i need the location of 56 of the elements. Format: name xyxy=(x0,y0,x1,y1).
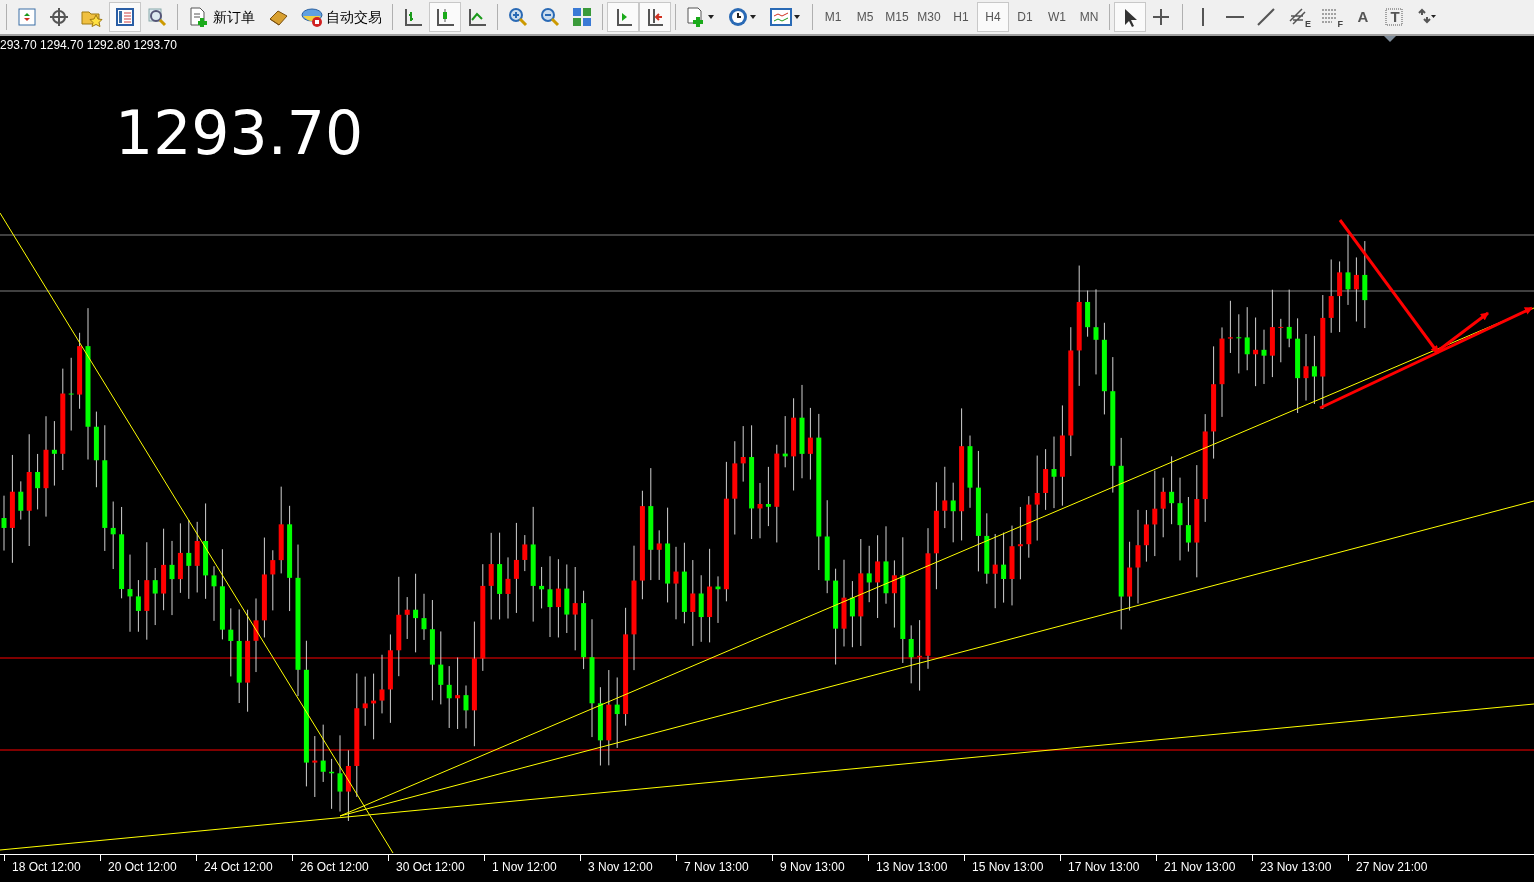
timeframe-button[interactable]: M1 xyxy=(817,2,849,32)
add-indicator-icon xyxy=(686,6,716,28)
crosshair-icon xyxy=(49,7,69,27)
line-chart-icon xyxy=(467,7,487,27)
time-axis-label: 30 Oct 12:00 xyxy=(396,859,465,876)
vertical-line-icon xyxy=(1201,8,1205,26)
time-axis-label: 20 Oct 12:00 xyxy=(108,859,177,876)
fibonacci-lines-button[interactable]: F xyxy=(1315,2,1347,32)
toolbar-button[interactable]: 新订单 xyxy=(182,2,261,32)
time-axis-label: 27 Nov 21:00 xyxy=(1356,859,1428,876)
time-axis-label: 21 Nov 13:00 xyxy=(1164,859,1236,876)
timeframe-button[interactable]: MN xyxy=(1073,2,1105,32)
timeframe-button[interactable]: H1 xyxy=(945,2,977,32)
time-axis-label: 18 Oct 12:00 xyxy=(12,859,81,876)
timeframe-button[interactable]: W1 xyxy=(1041,2,1073,32)
data-window-button[interactable] xyxy=(109,2,141,32)
bar-chart-icon xyxy=(403,7,423,27)
current-price: 1293.70 xyxy=(115,98,364,168)
timeframe-button[interactable]: M30 xyxy=(913,2,945,32)
magnifier-icon xyxy=(147,7,167,27)
time-axis-label: 26 Oct 12:00 xyxy=(300,859,369,876)
zoom-out-icon xyxy=(540,7,560,27)
timeframe-button[interactable]: H4 xyxy=(977,2,1009,32)
candlestick-icon xyxy=(435,7,455,27)
text-tool-button[interactable]: A xyxy=(1347,2,1379,32)
autoscroll-button[interactable] xyxy=(639,2,671,32)
time-axis-label: 15 Nov 13:00 xyxy=(972,859,1044,876)
time-axis-label: 1 Nov 12:00 xyxy=(492,859,557,876)
clock-icon xyxy=(728,6,758,28)
templates-icon xyxy=(770,6,802,28)
zoom-in-icon xyxy=(508,7,528,27)
data-window-icon xyxy=(115,7,135,27)
trend-line-icon xyxy=(1256,7,1278,27)
timeframe-button[interactable]: D1 xyxy=(1009,2,1041,32)
chart-shift-button[interactable] xyxy=(607,2,639,32)
toolbar-button[interactable]: 自动交易 xyxy=(295,2,388,32)
autoscroll-icon xyxy=(645,7,665,27)
timeframe-button[interactable]: M15 xyxy=(881,2,913,32)
time-axis-label: 17 Nov 13:00 xyxy=(1068,859,1140,876)
time-axis-label: 13 Nov 13:00 xyxy=(876,859,948,876)
time-axis-label: 23 Nov 13:00 xyxy=(1260,859,1332,876)
new-document-plus-icon xyxy=(188,6,210,28)
cursor-arrow-button[interactable] xyxy=(1114,2,1146,32)
channel-lines-button[interactable]: E xyxy=(1283,2,1315,32)
time-axis-label: 24 Oct 12:00 xyxy=(204,859,273,876)
text-label-tool-icon xyxy=(1384,7,1406,27)
candlestick-button[interactable] xyxy=(429,2,461,32)
timeframe-button[interactable]: M5 xyxy=(849,2,881,32)
text-label-tool-button[interactable]: T xyxy=(1379,2,1411,32)
new-chart-icon xyxy=(17,7,37,27)
tile-windows-icon xyxy=(572,7,592,27)
time-axis-label: 7 Nov 13:00 xyxy=(684,859,749,876)
horizontal-line-icon xyxy=(1226,15,1244,19)
time-axis-label: 3 Nov 12:00 xyxy=(588,859,653,876)
time-axis-label: 9 Nov 13:00 xyxy=(780,859,845,876)
ohlc-values: 293.70 1294.70 1292.80 1293.70 xyxy=(0,38,177,52)
